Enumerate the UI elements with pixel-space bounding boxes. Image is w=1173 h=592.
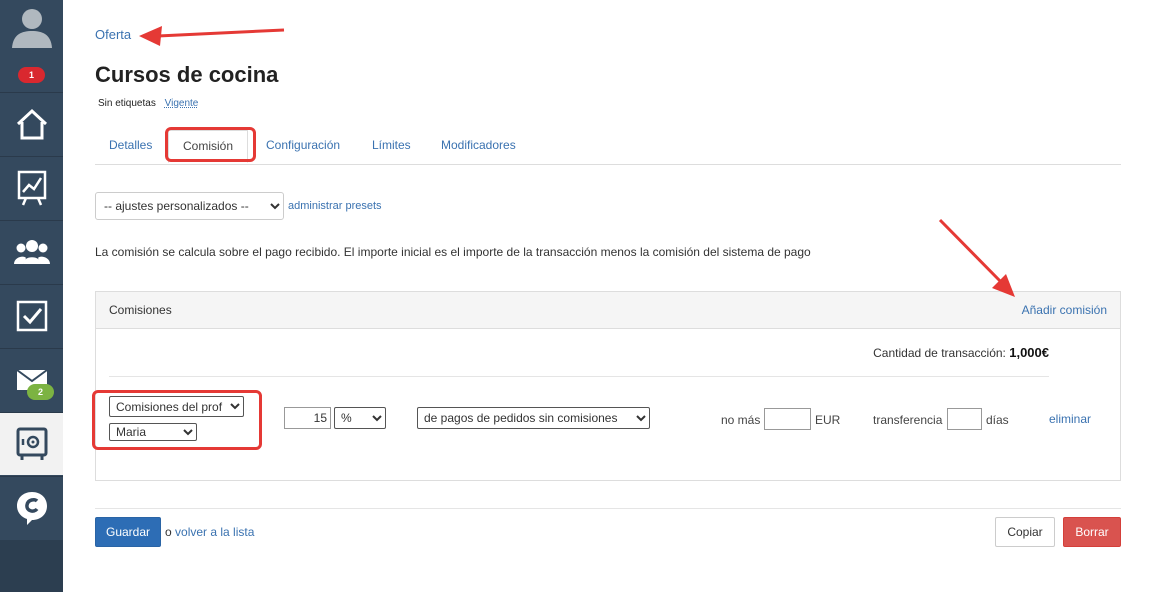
amount-label: Cantidad de transacción: [873, 346, 1006, 360]
arrow-to-add-commission [938, 218, 1015, 297]
max-amount-input[interactable] [764, 408, 811, 430]
tab-bar: Detalles Comisión Configuración Límites … [95, 130, 1121, 165]
panel-title: Comisiones [109, 303, 172, 317]
tab-settings[interactable]: Configuración [266, 130, 340, 160]
tab-details[interactable]: Detalles [109, 130, 152, 160]
sidebar-item-profile[interactable] [0, 0, 63, 62]
max-label: no más [721, 413, 761, 427]
copy-button[interactable]: Copiar [995, 517, 1055, 547]
notification-badge: 1 [18, 67, 45, 83]
back-to-list: o volver a la lista [165, 525, 254, 539]
user-avatar-icon [11, 9, 52, 48]
breadcrumb[interactable]: Oferta [95, 27, 131, 42]
sidebar-item-home[interactable] [0, 92, 63, 155]
transfer-label: transferencia [873, 413, 943, 427]
sidebar-item-finance[interactable] [0, 412, 63, 475]
manage-presets-link[interactable]: administrar presets [288, 200, 382, 212]
commissions-panel: Comisiones Añadir comisión Cantidad de t… [95, 291, 1121, 481]
transaction-amount: Cantidad de transacción: 1,000€ [873, 345, 1049, 360]
sidebar-item-chat[interactable] [0, 476, 63, 539]
currency-label: EUR [815, 413, 841, 427]
safe-icon [16, 427, 47, 460]
checkbox-icon [16, 300, 47, 332]
sidebar-item-mail[interactable] [0, 348, 63, 411]
sidebar-item-reports[interactable] [0, 156, 63, 219]
users-icon [13, 240, 50, 264]
back-to-list-link[interactable]: volver a la lista [175, 525, 254, 539]
commission-description: La comisión se calcula sobre el pago rec… [95, 245, 811, 259]
add-commission-link[interactable]: Añadir comisión [1022, 303, 1107, 317]
person-select[interactable]: Maria [109, 423, 197, 441]
tab-limits[interactable]: Límites [372, 130, 411, 160]
tab-commission[interactable]: Comisión [168, 130, 249, 163]
home-icon [16, 108, 47, 140]
or-label: o [165, 525, 172, 539]
sidebar: 1 2 [0, 0, 63, 592]
days-label: días [986, 413, 1009, 427]
preset-select[interactable]: -- ajustes personalizados -- [95, 192, 284, 220]
tab-modifiers[interactable]: Modificadores [441, 130, 516, 160]
transfer-days-input[interactable] [947, 408, 982, 430]
divider [109, 376, 1049, 377]
panel-header: Comisiones Añadir comisión [96, 292, 1120, 329]
tags-label: Sin etiquetas [98, 98, 156, 109]
delete-button[interactable]: Borrar [1063, 517, 1121, 547]
sidebar-footer [0, 540, 63, 592]
sidebar-item-tasks[interactable] [0, 284, 63, 347]
footer-divider [95, 508, 1121, 509]
page-title: Cursos de cocina [95, 62, 279, 87]
unit-select[interactable]: % [334, 407, 386, 429]
mail-badge: 2 [27, 384, 54, 400]
commission-type-select[interactable]: Comisiones del prof [109, 396, 244, 417]
tags: Sin etiquetas Vigente [98, 98, 198, 109]
arrow-to-breadcrumb [139, 26, 285, 46]
status-badge[interactable]: Vigente [165, 98, 199, 109]
amount-value: 1,000€ [1009, 345, 1049, 360]
commission-base-select[interactable]: de pagos de pedidos sin comisiones [417, 407, 650, 429]
sidebar-item-users[interactable] [0, 220, 63, 283]
save-button[interactable]: Guardar [95, 517, 161, 547]
chart-icon [17, 170, 46, 206]
commission-value-input[interactable] [284, 407, 331, 429]
chat-logo-icon [16, 492, 47, 525]
delete-commission-link[interactable]: eliminar [1049, 412, 1091, 426]
